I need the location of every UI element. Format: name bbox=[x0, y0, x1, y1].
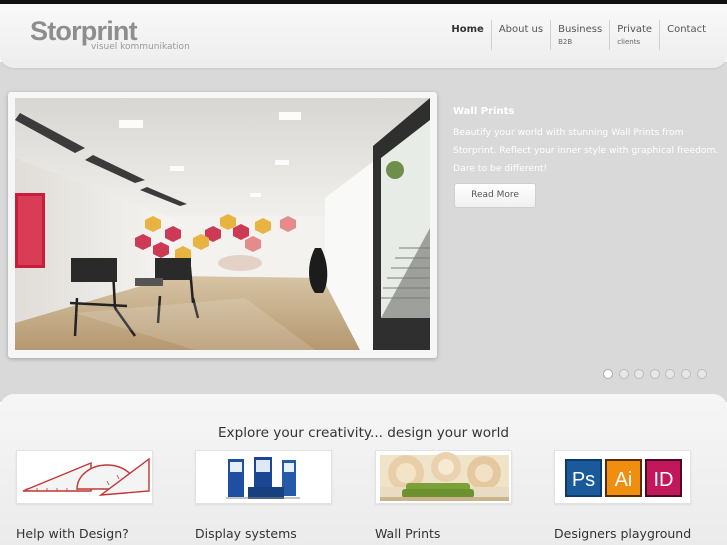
hero-slider: Wall Prints Beautify your world with stu… bbox=[0, 62, 727, 402]
slide-title: Wall Prints bbox=[453, 106, 515, 117]
protractor-ruler-icon bbox=[17, 451, 152, 503]
site-header: Storprint visuel kommunikation Home Abou… bbox=[0, 4, 727, 68]
banner-stand-icon bbox=[196, 451, 331, 503]
nav-private-label: Private bbox=[617, 24, 653, 35]
feature-title[interactable]: Wall Prints bbox=[375, 526, 440, 541]
nav-private[interactable]: Private clients bbox=[609, 20, 659, 50]
nav-business[interactable]: Business B2B bbox=[550, 20, 609, 50]
slide-dot-7[interactable] bbox=[696, 369, 707, 379]
main-nav: Home About us Business B2B Private clien… bbox=[444, 20, 713, 50]
svg-text:ID: ID bbox=[654, 469, 674, 491]
design-tools-thumbnail[interactable] bbox=[16, 450, 153, 504]
slide-frame bbox=[8, 92, 437, 358]
nav-private-sub: clients bbox=[617, 38, 641, 46]
feature-title[interactable]: Display systems bbox=[195, 526, 297, 541]
slide-dot-1[interactable] bbox=[603, 369, 613, 379]
photoshop-icon: Ps bbox=[565, 459, 602, 497]
nav-home[interactable]: Home bbox=[444, 20, 490, 50]
nav-business-label: Business bbox=[558, 24, 603, 35]
slider-pagination bbox=[603, 369, 712, 379]
svg-text:Ai: Ai bbox=[615, 469, 633, 491]
nav-contact-label: Contact bbox=[667, 24, 706, 35]
adobe-apps-icons: Ps Ai ID bbox=[555, 451, 690, 503]
nav-about-us-label: About us bbox=[498, 24, 544, 35]
indesign-icon: ID bbox=[645, 459, 682, 497]
content-section: Explore your creativity... design your w… bbox=[0, 394, 727, 545]
illustrator-icon: Ai bbox=[605, 459, 642, 497]
display-stands-thumbnail[interactable] bbox=[195, 450, 332, 504]
slide-dot-4[interactable] bbox=[649, 369, 660, 379]
nav-home-label: Home bbox=[451, 24, 484, 35]
read-more-button[interactable]: Read More bbox=[454, 183, 536, 208]
feature-title[interactable]: Help with Design? bbox=[16, 526, 129, 541]
logo-tagline: visuel kommunikation bbox=[91, 42, 190, 52]
svg-text:Ps: Ps bbox=[572, 469, 595, 491]
nav-business-sub: B2B bbox=[558, 38, 573, 46]
feature-title[interactable]: Designers playground bbox=[554, 526, 691, 541]
nav-contact[interactable]: Contact bbox=[659, 20, 713, 50]
slide-dot-5[interactable] bbox=[665, 369, 676, 379]
slide-dot-2[interactable] bbox=[618, 369, 629, 379]
slide-dot-6[interactable] bbox=[680, 369, 691, 379]
slide-description: Beautify your world with stunning Wall P… bbox=[453, 127, 719, 174]
room-interior-image bbox=[15, 98, 430, 350]
wall-prints-thumbnail[interactable] bbox=[375, 450, 512, 504]
slide-dot-3[interactable] bbox=[634, 369, 645, 379]
section-tagline: Explore your creativity... design your w… bbox=[217, 425, 510, 441]
roses-wallpaper-icon bbox=[380, 452, 509, 501]
site-logo[interactable]: Storprint visuel kommunikation bbox=[30, 16, 190, 52]
slide-image[interactable] bbox=[15, 98, 430, 350]
slide-caption: Wall Prints Beautify your world with stu… bbox=[453, 106, 723, 178]
nav-about-us[interactable]: About us bbox=[490, 20, 550, 50]
designers-playground-thumbnail[interactable]: Ps Ai ID bbox=[554, 450, 691, 504]
